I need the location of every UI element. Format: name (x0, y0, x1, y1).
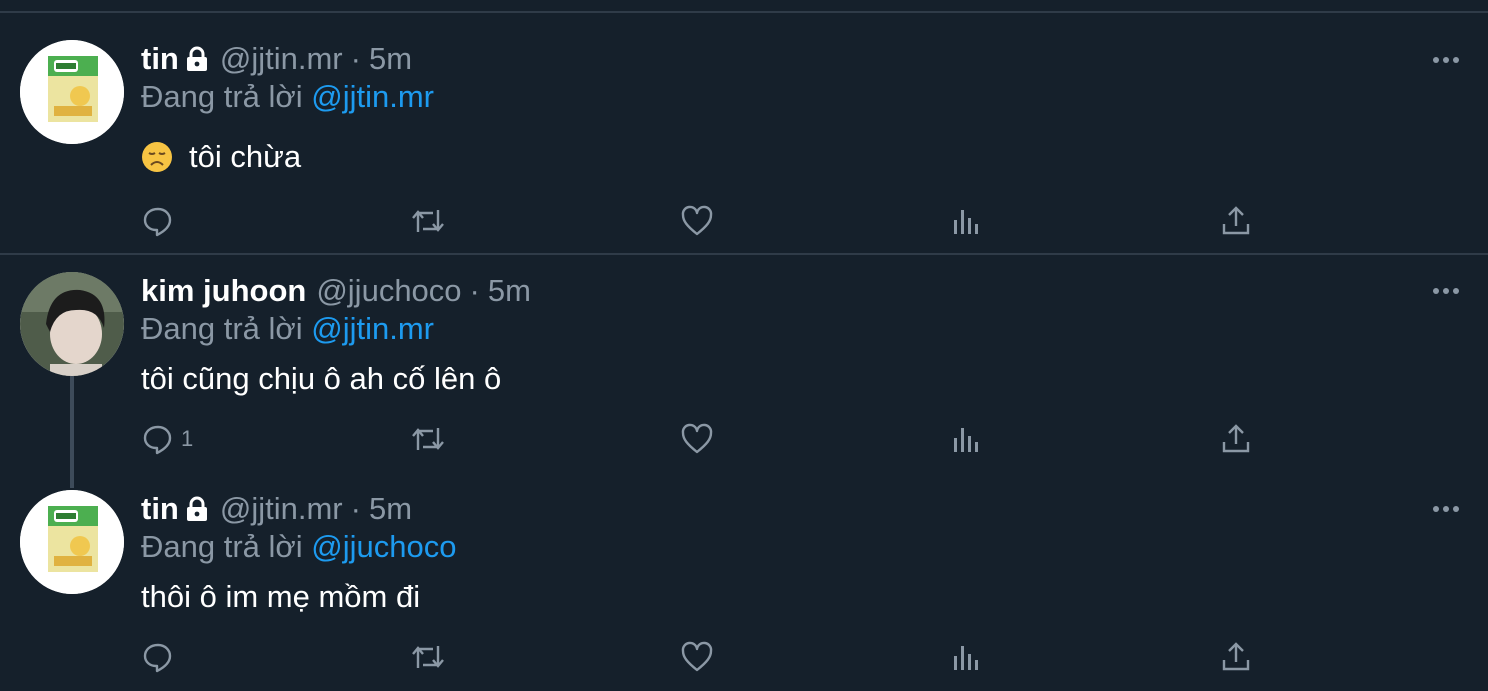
thread-connector (70, 376, 74, 488)
reply-icon (143, 425, 172, 455)
tweet-header: tin @jjtin.mr · 5m (141, 489, 412, 529)
like-icon (681, 205, 713, 236)
reply-handle-link[interactable]: @jjtin.mr (311, 311, 434, 346)
timestamp[interactable]: 5m (369, 491, 412, 526)
more-icon[interactable] (1432, 503, 1460, 515)
analytics-icon (954, 646, 978, 670)
separator-dot: · (350, 41, 361, 76)
like-button[interactable] (680, 639, 714, 675)
analytics-button[interactable] (951, 203, 981, 239)
disappointed-face-graphic (141, 141, 173, 185)
share-icon (1222, 642, 1250, 671)
timestamp[interactable]: 5m (488, 273, 531, 308)
analytics-icon (954, 428, 978, 452)
display-name[interactable]: tin (141, 41, 179, 76)
tweet-text: tôi cũng chịu ô ah cố lên ô (141, 361, 502, 396)
retweet-icon (412, 210, 444, 232)
more-icon[interactable] (1432, 54, 1460, 66)
reply-prefix: Đang trả lời (141, 529, 303, 564)
reply-prefix: Đang trả lời (141, 79, 303, 114)
avatar[interactable] (20, 490, 124, 594)
display-name[interactable]: tin (141, 491, 179, 526)
like-icon (681, 641, 713, 672)
reply-button[interactable] (141, 639, 181, 675)
reply-context: Đang trả lời @jjtin.mr (141, 77, 434, 117)
retweet-icon (412, 428, 444, 450)
reply-icon (143, 207, 172, 237)
timestamp[interactable]: 5m (369, 41, 412, 76)
tweet-text: 😞tôi chừa (141, 135, 301, 179)
reply-button[interactable]: 1 (141, 421, 193, 457)
share-button[interactable] (1220, 421, 1252, 457)
lock-icon (184, 492, 210, 532)
top-divider (0, 11, 1488, 13)
user-handle[interactable]: @jjtin.mr (220, 41, 343, 76)
analytics-button[interactable] (951, 639, 981, 675)
like-button[interactable] (680, 203, 714, 239)
tweet-text-content: tôi chừa (189, 139, 302, 174)
retweet-button[interactable] (410, 639, 446, 675)
share-icon (1222, 424, 1250, 453)
analytics-icon (954, 210, 978, 234)
like-button[interactable] (680, 421, 714, 457)
share-icon (1222, 206, 1250, 235)
retweet-icon (412, 646, 444, 668)
reply-prefix: Đang trả lời (141, 311, 303, 346)
tweet-header: kim juhoon @jjuchoco · 5m (141, 271, 531, 311)
reply-context: Đang trả lời @jjuchoco (141, 527, 456, 567)
user-handle[interactable]: @jjtin.mr (220, 491, 343, 526)
reply-button[interactable] (141, 203, 181, 239)
reply-context: Đang trả lời @jjtin.mr (141, 309, 434, 349)
reply-handle-link[interactable]: @jjtin.mr (311, 79, 434, 114)
retweet-button[interactable] (410, 203, 446, 239)
avatar[interactable] (20, 272, 124, 376)
reply-icon (143, 643, 172, 673)
reply-count: 1 (181, 426, 194, 451)
display-name[interactable]: kim juhoon (141, 273, 306, 308)
avatar[interactable] (20, 40, 124, 144)
user-handle[interactable]: @jjuchoco (316, 273, 461, 308)
analytics-button[interactable] (951, 421, 981, 457)
share-button[interactable] (1220, 203, 1252, 239)
reply-handle-link[interactable]: @jjuchoco (311, 529, 456, 564)
like-icon (681, 423, 713, 454)
separator-dot: · (469, 273, 480, 308)
separator-dot: · (350, 491, 361, 526)
share-button[interactable] (1220, 639, 1252, 675)
lock-icon (184, 42, 210, 82)
tweet-text: thôi ô im mẹ mồm đi (141, 579, 421, 614)
more-icon[interactable] (1432, 285, 1460, 297)
retweet-button[interactable] (410, 421, 446, 457)
tweet-header: tin @jjtin.mr · 5m (141, 39, 412, 79)
tweet-divider (0, 253, 1488, 255)
